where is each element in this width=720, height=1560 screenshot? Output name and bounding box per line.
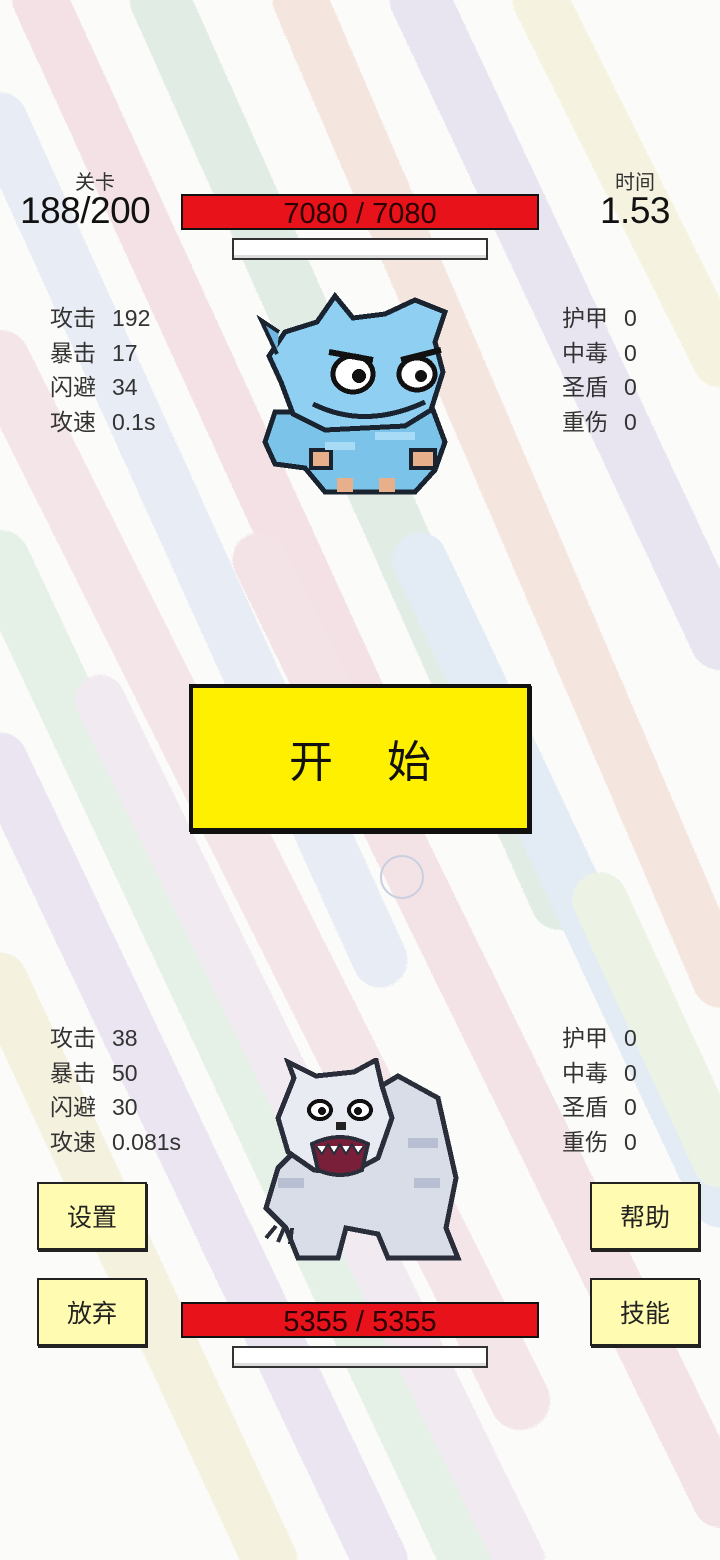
player-stat-dodge: 闪避 30 — [50, 1094, 138, 1121]
player-stat-poison: 中毒 0 — [562, 1059, 637, 1087]
player-hp-text: 5355 / 5355 — [283, 1306, 437, 1338]
player-stat-holy-shield: 圣盾 0 — [562, 1094, 637, 1121]
enemy-stat-grievous: 重伤 0 — [562, 408, 637, 436]
help-button-label: 帮助 — [619, 1203, 670, 1232]
enemy-stats-right: 护甲 0 中毒 0 圣盾 0 重伤 0 — [562, 302, 637, 440]
enemy-stat-dodge: 闪避 34 — [50, 374, 138, 401]
player-stat-attack-speed: 攻速 0.081s — [50, 1128, 182, 1156]
settings-button[interactable]: 设置 — [37, 1182, 147, 1250]
help-button[interactable]: 帮助 — [590, 1182, 700, 1250]
level-block: 关卡 188/200 — [20, 172, 170, 229]
enemy-stat-armor: 护甲 0 — [562, 305, 637, 332]
time-block: 时间 1.53 — [590, 172, 680, 229]
time-value: 1.53 — [599, 190, 671, 231]
enemy-stat-holy-shield: 圣盾 0 — [562, 374, 637, 401]
blue-dragon-monster-icon — [256, 292, 449, 495]
level-label: 关卡 — [75, 170, 115, 194]
skills-button-label: 技能 — [619, 1299, 670, 1328]
start-button[interactable]: 开 始 — [189, 684, 531, 832]
player-stat-grievous: 重伤 0 — [562, 1128, 637, 1156]
player-energy-bar — [232, 1346, 488, 1368]
enemy-stat-attack-speed: 攻速 0.1s — [50, 408, 156, 436]
skills-button[interactable]: 技能 — [590, 1278, 700, 1346]
give-up-button-label: 放弃 — [66, 1299, 117, 1328]
enemy-energy-bar — [232, 238, 488, 260]
enemy-stat-poison: 中毒 0 — [562, 339, 637, 367]
player-stat-attack: 攻击 38 — [50, 1025, 138, 1052]
give-up-button[interactable]: 放弃 — [37, 1278, 147, 1346]
time-label: 时间 — [615, 170, 655, 194]
touch-ring-indicator — [380, 855, 424, 899]
enemy-hp-bar: 7080 / 7080 — [181, 194, 539, 230]
enemy-stat-attack: 攻击 192 — [50, 305, 151, 332]
enemy-stat-crit: 暴击 17 — [50, 339, 138, 367]
level-value: 188/200 — [20, 190, 151, 231]
player-stat-crit: 暴击 50 — [50, 1059, 138, 1087]
enemy-stats-left: 攻击 192 暴击 17 闪避 34 攻速 0.1s — [50, 302, 155, 440]
enemy-hp-text: 7080 / 7080 — [283, 198, 437, 230]
player-hp-bar: 5355 / 5355 — [181, 1302, 539, 1338]
settings-button-label: 设置 — [66, 1203, 117, 1232]
player-stats-left: 攻击 38 暴击 50 闪避 30 攻速 0.081s — [50, 1022, 181, 1160]
player-stat-armor: 护甲 0 — [562, 1025, 637, 1052]
player-stats-right: 护甲 0 中毒 0 圣盾 0 重伤 0 — [562, 1022, 637, 1160]
start-button-label: 开 始 — [289, 737, 451, 788]
white-werewolf-monster-icon — [263, 1058, 462, 1261]
